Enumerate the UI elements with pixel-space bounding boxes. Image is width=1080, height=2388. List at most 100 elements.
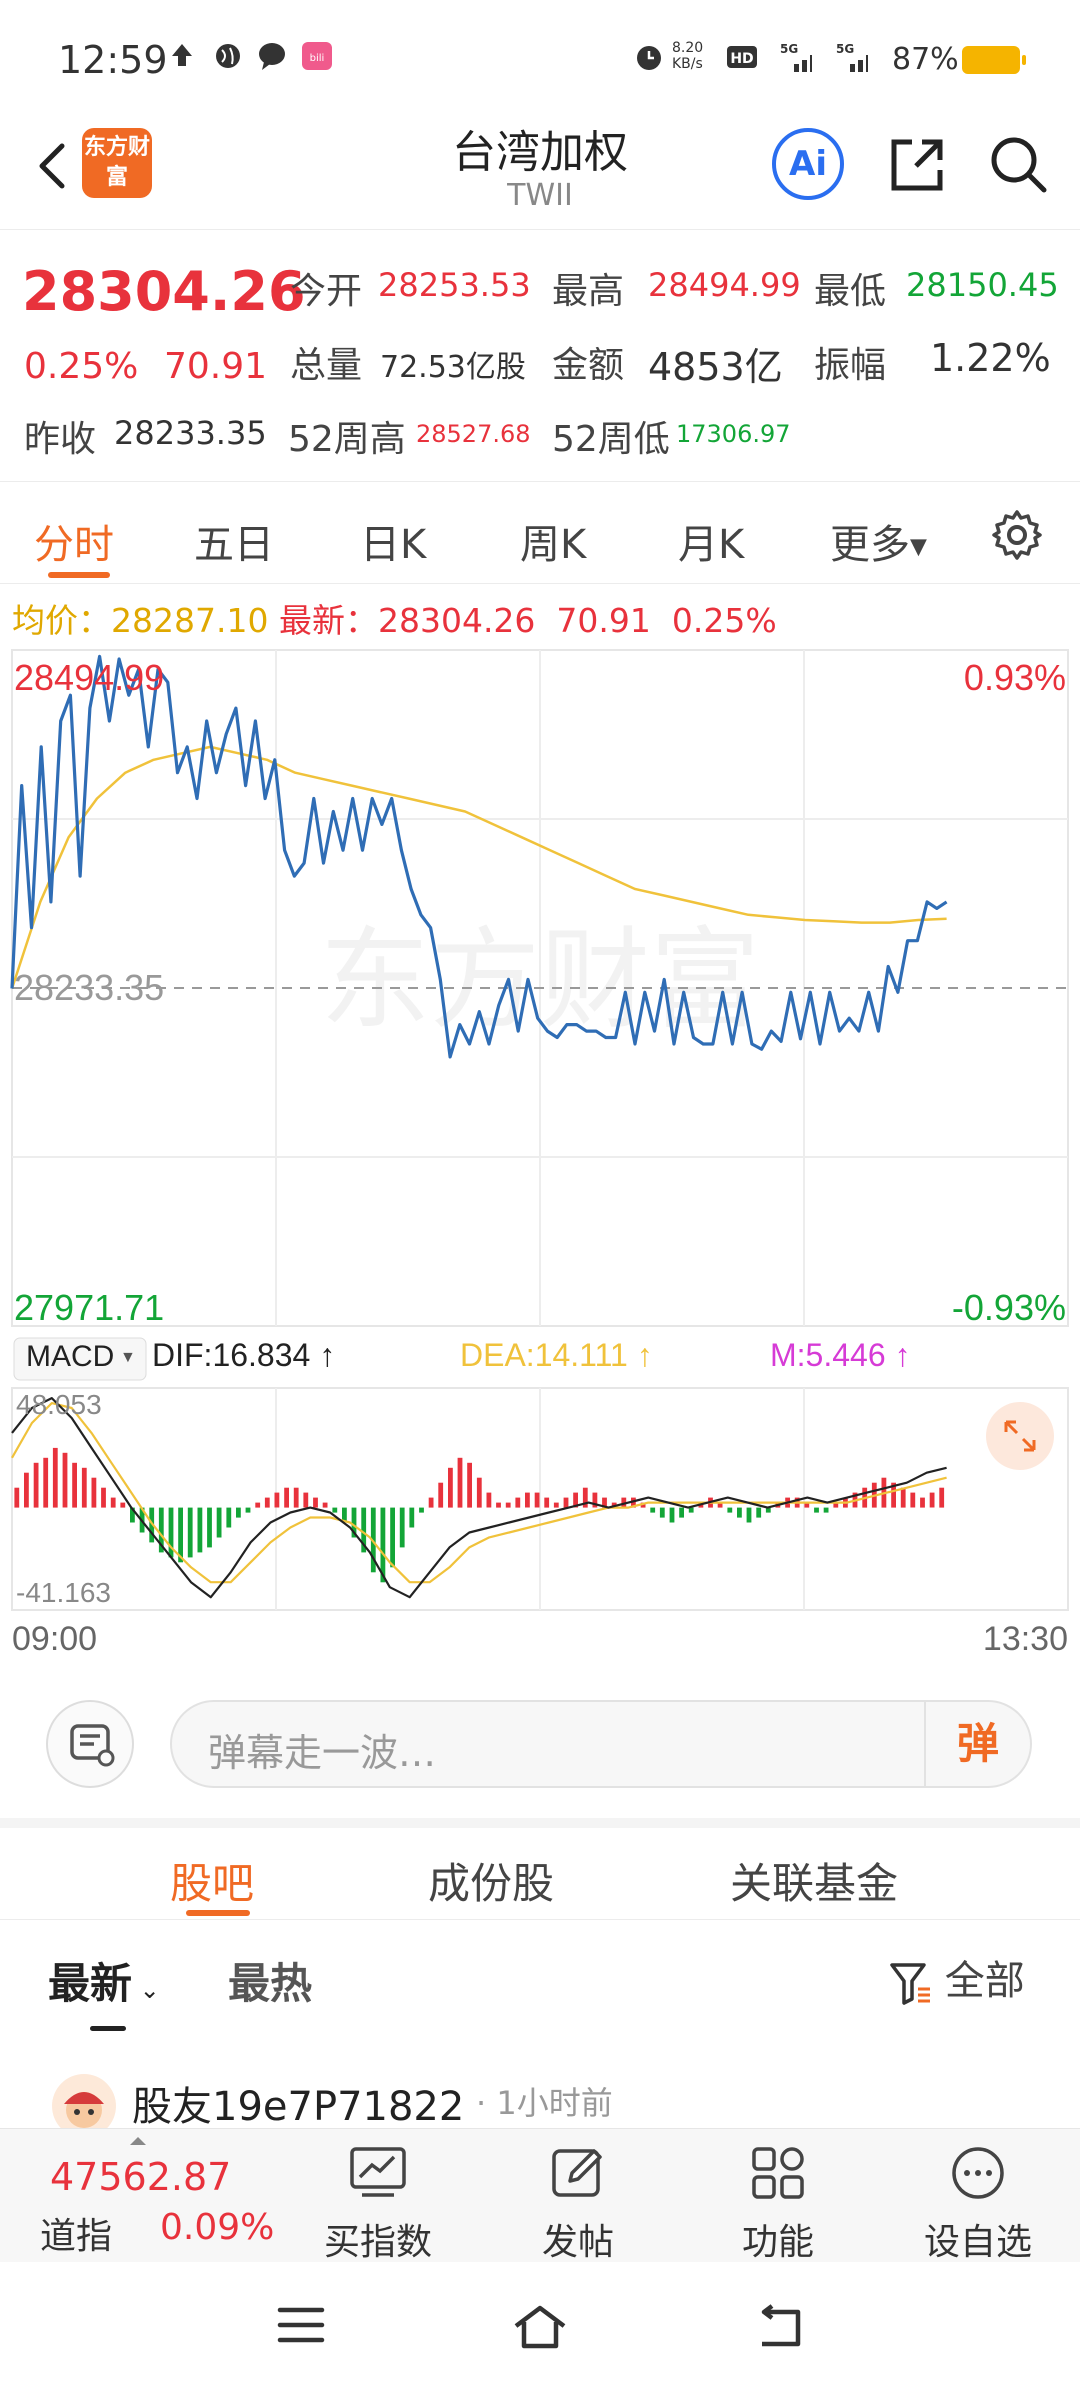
quote-panel: 28304.26 0.25% 70.91 今开 28253.53 最高 2849… [0, 232, 1080, 482]
macd-bar [207, 1507, 212, 1548]
danmaku-input[interactable]: 弹幕走一波… 弹 [170, 1700, 1032, 1788]
tab-more[interactable]: 更多▼ [830, 512, 927, 570]
sort-latest-label: 最新 [48, 1959, 133, 2008]
macd-bar [293, 1487, 299, 1508]
tab-daily-k[interactable]: 日K [360, 512, 426, 570]
tab-weekly-k[interactable]: 周K [520, 512, 586, 570]
prev-close-value: 28233.35 [114, 414, 267, 452]
macd-bar [534, 1492, 540, 1508]
macd-bar [544, 1497, 550, 1508]
tab-intraday[interactable]: 分时 [34, 512, 114, 570]
pct-min-label: -0.93% [952, 1287, 1066, 1328]
macd-bar [226, 1507, 232, 1528]
m-label: M:5.446 ↑ [770, 1337, 911, 1373]
trend-chart-icon [350, 2147, 406, 2197]
macd-bar [659, 1507, 665, 1518]
search-icon[interactable] [984, 130, 1054, 200]
change-percent: 0.25% [24, 346, 139, 387]
active-section-indicator [186, 1910, 250, 1916]
amplitude-label: 振幅 [814, 345, 887, 386]
post-button[interactable]: 发帖 [508, 2129, 648, 2263]
upload-icon [172, 44, 192, 66]
macd-bar [737, 1507, 742, 1518]
sort-latest[interactable]: 最新 ⌄ [48, 1950, 160, 2011]
macd-bar [101, 1487, 106, 1508]
macd-bar [81, 1467, 87, 1508]
dif-label: DIF:16.834 ↑ [152, 1337, 335, 1373]
signal-5g-icon-2: 5G [836, 42, 868, 72]
bottom-toolbar: 47562.87 道指 0.09% 买指数 发帖 功能 设自选 [0, 2128, 1080, 2263]
gear-icon[interactable] [990, 508, 1044, 562]
edit-icon [552, 2149, 602, 2197]
macd-bar [197, 1507, 203, 1553]
macd-bar [746, 1507, 752, 1523]
avatar[interactable] [52, 2074, 116, 2130]
dji-name[interactable]: 道指 [40, 2207, 112, 2259]
globe-icon [216, 44, 240, 68]
post-time: · 1小时前 [476, 2084, 613, 2122]
add-watchlist-button[interactable]: 设自选 [908, 2129, 1048, 2263]
macd-bar [332, 1507, 338, 1513]
avatar-icon [64, 2092, 104, 2128]
home-icon[interactable] [510, 2302, 570, 2352]
macd-selector-label: MACD [26, 1340, 114, 1373]
ai-assistant-button[interactable]: Ai [772, 128, 844, 200]
buy-index-button[interactable]: 买指数 [308, 2129, 448, 2263]
macd-bar [110, 1497, 116, 1508]
svg-text:5G: 5G [780, 42, 798, 56]
functions-button[interactable]: 功能 [708, 2129, 848, 2263]
52w-low-value: 17306.97 [676, 420, 791, 448]
tab-constituents[interactable]: 成份股 [428, 1850, 554, 1911]
dji-value[interactable]: 47562.87 [50, 2155, 231, 2199]
menu-icon[interactable] [276, 2302, 326, 2348]
macd-bar [313, 1497, 318, 1508]
macd-bar [553, 1502, 559, 1508]
macd-min-label: -41.163 [16, 1577, 111, 1608]
danmaku-send-button[interactable]: 弹 [924, 1702, 1030, 1786]
macd-bar [255, 1502, 261, 1508]
macd-bar [43, 1457, 49, 1508]
prev-close-label: 28233.35 [14, 967, 164, 1008]
expand-up-icon[interactable] [128, 2135, 148, 2147]
macd-bar [448, 1467, 453, 1508]
macd-bar [939, 1487, 945, 1508]
high-value: 28494.99 [648, 266, 801, 304]
52w-high-label: 52周高 [288, 419, 406, 460]
status-bar: 12:59 bili 8.20 KB/s HD12 5G 5G 87% [0, 0, 1080, 110]
tab-five-day[interactable]: 五日 [194, 512, 274, 570]
post-list-item[interactable]: 股友19e7P71822 · 1小时前 [0, 2060, 1080, 2130]
y-min-label: 27971.71 [14, 1287, 164, 1328]
macd-bar [390, 1507, 395, 1568]
sort-hot[interactable]: 最热 [228, 1950, 312, 2011]
change-value: 70.91 [164, 346, 268, 387]
intraday-chart[interactable]: 东方财富28494.9927971.7128233.350.93%-0.93%M… [0, 630, 1080, 1670]
share-icon[interactable] [882, 130, 952, 200]
caret-down-icon: ▼ [910, 534, 927, 560]
low-value: 28150.45 [906, 266, 1059, 304]
dji-percent[interactable]: 0.09% [160, 2207, 274, 2248]
macd-bar [669, 1507, 675, 1523]
svg-text:HD: HD [730, 51, 753, 67]
dea-label: DEA:14.111 ↑ [460, 1337, 653, 1373]
post-label: 发帖 [541, 2222, 614, 2263]
macd-bar [496, 1502, 501, 1508]
net-speed: 8.20 KB/s [672, 40, 704, 72]
52w-high-value: 28527.68 [416, 420, 531, 448]
battery-percent: 87% [892, 42, 959, 77]
post-username[interactable]: 股友19e7P71822 [132, 2074, 464, 2130]
open-label: 今开 [290, 271, 363, 312]
tab-related-funds[interactable]: 关联基金 [730, 1850, 898, 1911]
back-nav-icon[interactable] [752, 2302, 808, 2352]
tab-guba[interactable]: 股吧 [170, 1850, 254, 1911]
macd-bar [823, 1507, 829, 1513]
tab-monthly-k[interactable]: 月K [678, 512, 744, 570]
macd-bar [419, 1507, 424, 1513]
filter-button[interactable]: 全部 [888, 1948, 1025, 2007]
prev-close-label: 昨收 [24, 419, 97, 460]
danmaku-settings-button[interactable] [46, 1700, 134, 1788]
macd-bar [929, 1492, 935, 1508]
expand-chart-button[interactable] [986, 1402, 1054, 1470]
open-value: 28253.53 [378, 266, 531, 304]
macd-bar [505, 1502, 511, 1508]
macd-bar [679, 1507, 684, 1518]
